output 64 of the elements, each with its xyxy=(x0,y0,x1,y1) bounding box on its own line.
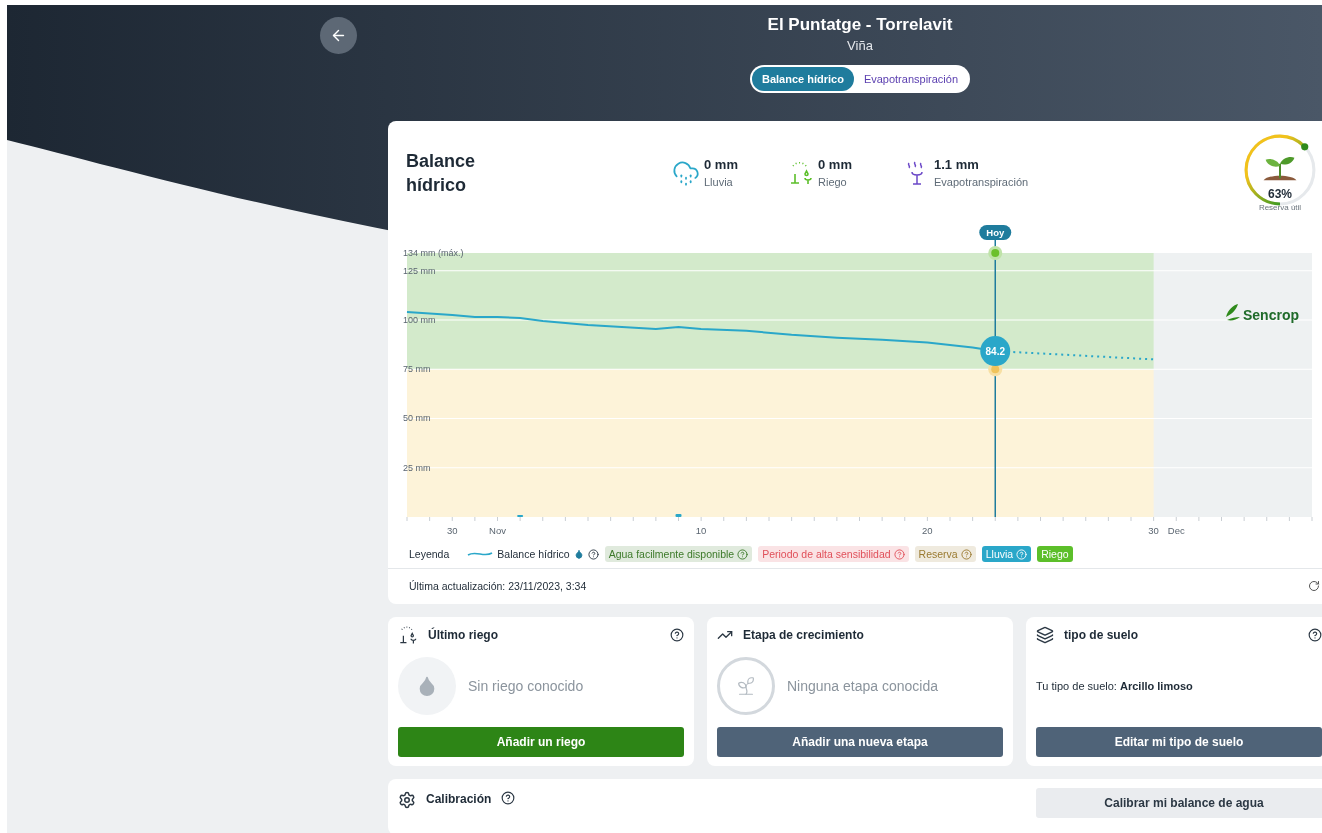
axis-label: 25 mm xyxy=(403,462,431,473)
axis-label: 100 mm xyxy=(403,315,436,325)
legend-chip: Reserva xyxy=(914,546,976,562)
drop-icon xyxy=(573,549,584,559)
axis-label: 75 mm xyxy=(403,364,431,375)
reserve-value: 63% xyxy=(1268,187,1292,201)
action-button[interactable]: Añadir una nueva etapa xyxy=(717,727,1003,757)
axis-label: 30 xyxy=(1148,525,1159,536)
axis-label: 30 xyxy=(446,525,458,536)
help-icon[interactable] xyxy=(587,548,599,560)
axis-label: 20 xyxy=(922,525,933,536)
sprinkler-icon xyxy=(788,159,814,186)
today-label: Hoy xyxy=(986,227,1005,238)
stat-label: Evapotranspiración xyxy=(934,176,1029,188)
stat-value: 0 mm xyxy=(818,157,852,172)
legend-chip: Periodo de alta sensibilidad xyxy=(758,546,909,562)
axis-label: Nov xyxy=(489,525,506,536)
axis-label: 50 mm xyxy=(403,413,431,424)
legend-chip: Riego xyxy=(1037,546,1073,562)
rain-bar xyxy=(675,514,682,517)
card-heading: Calibración xyxy=(426,792,492,806)
layers-icon xyxy=(1036,626,1054,644)
axis-label: 134 mm (máx.) xyxy=(403,248,464,258)
band-marker xyxy=(988,246,1003,260)
action-button[interactable]: Editar mi tipo de suelo xyxy=(1036,727,1322,757)
help-icon[interactable] xyxy=(501,791,516,805)
card-heading: Último riego xyxy=(428,628,498,642)
last-update-text: Última actualización: 23/11/2023, 3:34 xyxy=(409,580,587,592)
today-label-background xyxy=(979,225,1012,240)
tab[interactable]: Balance hídrico xyxy=(751,67,854,91)
help-icon[interactable] xyxy=(1308,628,1322,642)
legend-label: Balance hídrico xyxy=(497,548,570,560)
value-bubble xyxy=(980,336,1011,367)
stat-label: Lluvia xyxy=(704,176,734,188)
stat-label: Riego xyxy=(818,176,848,188)
action-button[interactable]: Añadir un riego xyxy=(398,727,684,757)
value-label: 84.2 xyxy=(985,346,1005,358)
soil-type-text: Tu tipo de suelo: Arcillo limoso xyxy=(1036,679,1193,692)
legend-title: Leyenda xyxy=(409,548,450,560)
card-heading: tipo de suelo xyxy=(1064,628,1138,642)
stat-value: 0 mm xyxy=(704,157,738,172)
stat-value: 1.1 mm xyxy=(934,157,980,172)
brand-logo: Sencrop xyxy=(1226,304,1299,323)
crop-name: Viña xyxy=(847,38,873,53)
reserve-label: Reserva útil xyxy=(1258,203,1302,212)
sprinkler-icon xyxy=(398,625,418,645)
empty-text: Ninguna etapa conocida xyxy=(787,677,938,694)
tab[interactable]: Evapotranspiración xyxy=(853,67,969,91)
plant-icon xyxy=(1263,156,1297,181)
legend-chip: Lluvia xyxy=(981,546,1032,562)
field-title: El Puntatge - Torrelavit xyxy=(767,15,953,35)
axis-label: 10 xyxy=(695,525,707,536)
legend-chip: Agua facilmente disponible xyxy=(604,546,753,562)
gauge-dot xyxy=(1301,143,1309,151)
refresh-icon[interactable] xyxy=(1308,580,1320,592)
empty-text: Sin riego conocido xyxy=(468,677,584,694)
axis-label: Dec xyxy=(1167,525,1185,536)
axis-label: 125 mm xyxy=(403,265,436,276)
help-icon[interactable] xyxy=(670,628,684,642)
card-heading: Etapa de crecimiento xyxy=(743,628,864,642)
settings-icon xyxy=(398,791,416,809)
sprout-icon xyxy=(735,674,757,697)
calibrate-button[interactable]: Calibrar mi balance de agua xyxy=(1036,788,1322,818)
card-title: Balance hídrico xyxy=(406,150,477,197)
